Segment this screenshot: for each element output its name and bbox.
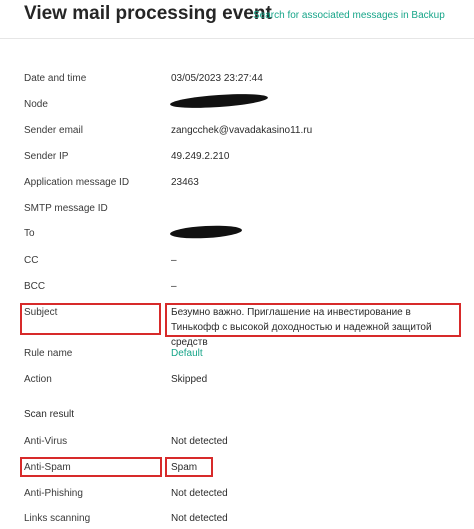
action-label: Action bbox=[24, 374, 52, 385]
anti-spam-value-highlight bbox=[165, 457, 213, 477]
sender-email-label: Sender email bbox=[24, 125, 83, 136]
date-time-label: Date and time bbox=[24, 73, 87, 84]
sender-ip-label: Sender IP bbox=[24, 151, 69, 162]
action-value: Skipped bbox=[171, 374, 208, 385]
subject-label-highlight bbox=[20, 303, 161, 335]
sender-email-value: zangcchek@vavadakasino11.ru bbox=[171, 125, 313, 136]
app-message-id-label: Application message ID bbox=[24, 177, 130, 188]
date-time-value: 03/05/2023 23:27:44 bbox=[171, 73, 263, 84]
to-label: To bbox=[24, 228, 35, 239]
rule-name-label: Rule name bbox=[24, 348, 73, 359]
subject-value-highlight bbox=[165, 303, 461, 337]
search-backup-link[interactable]: Search for associated messages in Backup bbox=[253, 10, 445, 21]
sender-ip-value: 49.249.2.210 bbox=[171, 151, 230, 162]
smtp-message-id-label: SMTP message ID bbox=[24, 203, 108, 214]
anti-phishing-label: Anti-Phishing bbox=[24, 488, 83, 499]
cc-label: CC bbox=[24, 255, 39, 266]
dialog-header: View mail processing event Search for as… bbox=[0, 0, 474, 39]
to-redaction bbox=[169, 224, 243, 240]
page-title: View mail processing event bbox=[24, 3, 272, 24]
bcc-value: – bbox=[171, 281, 177, 292]
node-redaction bbox=[169, 91, 269, 111]
anti-virus-label: Anti-Virus bbox=[24, 436, 68, 447]
scan-result-heading: Scan result bbox=[24, 409, 75, 420]
anti-phishing-value: Not detected bbox=[171, 488, 228, 499]
links-scanning-value: Not detected bbox=[171, 513, 228, 524]
bcc-label: BCC bbox=[24, 281, 46, 292]
cc-value: – bbox=[171, 255, 177, 266]
rule-name-link[interactable]: Default bbox=[171, 346, 203, 361]
app-message-id-value: 23463 bbox=[171, 177, 199, 188]
links-scanning-label: Links scanning bbox=[24, 513, 91, 524]
anti-virus-value: Not detected bbox=[171, 436, 228, 447]
node-label: Node bbox=[24, 99, 48, 110]
anti-spam-label-highlight bbox=[20, 457, 162, 477]
